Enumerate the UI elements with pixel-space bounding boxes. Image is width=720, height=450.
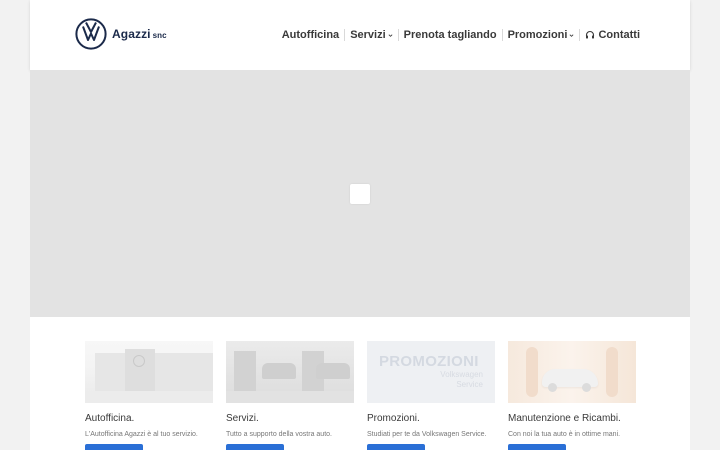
- services-cards-section: Autofficina. L'Autofficina Agazzi è al t…: [30, 317, 690, 450]
- card-read-more-button[interactable]: [508, 444, 566, 450]
- main-nav: Autofficina Servizi Prenota tagliando Pr…: [282, 27, 640, 43]
- car-in-hands-photo[interactable]: [508, 341, 636, 403]
- banner-subtitle: Volkswagen Service: [440, 370, 483, 389]
- brand-suffix: snc: [152, 31, 167, 40]
- card-title[interactable]: Manutenzione e Ricambi.: [508, 413, 636, 424]
- card-promozioni: PROMOZIONI Volkswagen Service Promozioni…: [367, 341, 495, 450]
- image-detail: [606, 347, 618, 397]
- image-detail: [85, 391, 213, 403]
- nav-item-promozioni[interactable]: Promozioni: [508, 29, 575, 41]
- chevron-down-icon: [569, 33, 574, 37]
- nav-divider: [579, 29, 581, 41]
- image-detail: [582, 383, 591, 392]
- nav-item-label: Contatti: [598, 29, 640, 41]
- image-detail: [316, 363, 350, 379]
- nav-divider: [397, 29, 399, 41]
- nav-divider: [501, 29, 503, 41]
- image-detail: [226, 391, 354, 403]
- workshop-building-photo[interactable]: [85, 341, 213, 403]
- image-detail: [262, 363, 296, 379]
- card-read-more-button[interactable]: [85, 444, 143, 450]
- nav-divider: [344, 29, 346, 41]
- card-read-more-button[interactable]: [367, 444, 425, 450]
- nav-item-contatti[interactable]: Contatti: [585, 29, 640, 41]
- card-servizi: Servizi. Tutto a supporto della vostra a…: [226, 341, 354, 450]
- nav-item-label: Autofficina: [281, 29, 340, 41]
- card-autofficina: Autofficina. L'Autofficina Agazzi è al t…: [85, 341, 213, 450]
- card-description: Tutto a supporto della vostra auto.: [226, 431, 332, 438]
- hero-slider: [30, 70, 690, 317]
- nav-item-label: Servizi: [350, 29, 386, 41]
- card-description: L'Autofficina Agazzi è al tuo servizio.: [85, 431, 198, 438]
- image-detail: [526, 347, 538, 397]
- card-title[interactable]: Promozioni.: [367, 413, 495, 424]
- promozioni-banner[interactable]: PROMOZIONI Volkswagen Service: [367, 341, 495, 403]
- image-detail: [548, 383, 557, 392]
- service-bay-photo[interactable]: [226, 341, 354, 403]
- site-logo[interactable]: Agazzi snc: [75, 18, 167, 50]
- loading-spinner-icon: [350, 184, 370, 204]
- image-detail: [133, 355, 145, 367]
- card-description: Studiati per te da Volkswagen Service.: [367, 431, 487, 438]
- nav-item-autofficina[interactable]: Autofficina: [282, 29, 339, 41]
- card-title[interactable]: Servizi.: [226, 413, 354, 424]
- nav-item-label: Prenota tagliando: [403, 29, 497, 41]
- card-manutenzione-ricambi: Manutenzione e Ricambi. Con noi la tua a…: [508, 341, 636, 450]
- card-read-more-button[interactable]: [226, 444, 284, 450]
- nav-item-prenota-tagliando[interactable]: Prenota tagliando: [404, 29, 497, 41]
- headset-icon: [586, 30, 595, 39]
- image-detail: [234, 351, 256, 391]
- brand-name-text: Agazzi: [112, 27, 151, 41]
- brand-name: Agazzi snc: [112, 27, 167, 41]
- vw-logo-icon: [75, 18, 107, 50]
- chevron-down-icon: [388, 33, 393, 37]
- nav-item-label: Promozioni: [507, 29, 568, 41]
- nav-item-servizi[interactable]: Servizi: [350, 29, 393, 41]
- card-description: Con noi la tua auto è in ottime mani.: [508, 431, 621, 438]
- site-header: Agazzi snc Autofficina Servizi Prenota ta…: [30, 0, 690, 70]
- card-title[interactable]: Autofficina.: [85, 413, 213, 424]
- banner-headline: PROMOZIONI: [379, 353, 479, 370]
